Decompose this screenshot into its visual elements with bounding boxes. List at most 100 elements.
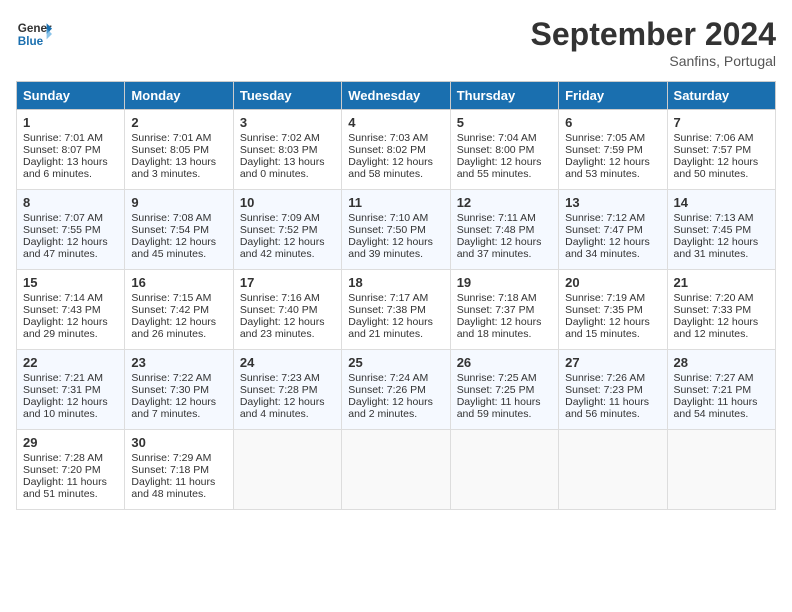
calendar-cell: 28Sunrise: 7:27 AMSunset: 7:21 PMDayligh… xyxy=(667,350,775,430)
day-info: Sunset: 7:52 PM xyxy=(240,224,335,236)
day-info: Sunrise: 7:24 AM xyxy=(348,372,443,384)
calendar-cell: 25Sunrise: 7:24 AMSunset: 7:26 PMDayligh… xyxy=(342,350,450,430)
svg-text:Blue: Blue xyxy=(18,35,44,48)
day-number: 19 xyxy=(457,275,552,290)
day-number: 15 xyxy=(23,275,118,290)
day-info: Sunset: 7:18 PM xyxy=(131,464,226,476)
calendar-cell: 11Sunrise: 7:10 AMSunset: 7:50 PMDayligh… xyxy=(342,190,450,270)
calendar-cell: 7Sunrise: 7:06 AMSunset: 7:57 PMDaylight… xyxy=(667,110,775,190)
day-info: Sunrise: 7:18 AM xyxy=(457,292,552,304)
day-number: 27 xyxy=(565,355,660,370)
day-info: Daylight: 12 hours xyxy=(565,316,660,328)
day-info: Daylight: 13 hours xyxy=(23,156,118,168)
calendar-cell xyxy=(342,430,450,510)
calendar-row-3: 15Sunrise: 7:14 AMSunset: 7:43 PMDayligh… xyxy=(17,270,776,350)
day-info: Sunrise: 7:03 AM xyxy=(348,132,443,144)
day-info: and 53 minutes. xyxy=(565,168,660,180)
day-info: and 45 minutes. xyxy=(131,248,226,260)
day-number: 22 xyxy=(23,355,118,370)
day-info: and 2 minutes. xyxy=(348,408,443,420)
day-info: Daylight: 11 hours xyxy=(565,396,660,408)
day-header-thursday: Thursday xyxy=(450,82,558,110)
day-info: Sunrise: 7:09 AM xyxy=(240,212,335,224)
day-info: Sunset: 7:38 PM xyxy=(348,304,443,316)
day-info: Sunrise: 7:26 AM xyxy=(565,372,660,384)
day-info: and 6 minutes. xyxy=(23,168,118,180)
calendar-cell: 26Sunrise: 7:25 AMSunset: 7:25 PMDayligh… xyxy=(450,350,558,430)
location: Sanfins, Portugal xyxy=(531,53,776,69)
day-number: 24 xyxy=(240,355,335,370)
calendar-cell: 15Sunrise: 7:14 AMSunset: 7:43 PMDayligh… xyxy=(17,270,125,350)
day-number: 28 xyxy=(674,355,769,370)
day-header-saturday: Saturday xyxy=(667,82,775,110)
day-info: Sunset: 8:07 PM xyxy=(23,144,118,156)
day-info: Sunset: 7:30 PM xyxy=(131,384,226,396)
day-info: Sunrise: 7:12 AM xyxy=(565,212,660,224)
day-info: Daylight: 11 hours xyxy=(674,396,769,408)
day-number: 17 xyxy=(240,275,335,290)
calendar-cell: 12Sunrise: 7:11 AMSunset: 7:48 PMDayligh… xyxy=(450,190,558,270)
calendar-cell: 5Sunrise: 7:04 AMSunset: 8:00 PMDaylight… xyxy=(450,110,558,190)
day-info: Sunset: 7:55 PM xyxy=(23,224,118,236)
day-info: Daylight: 12 hours xyxy=(23,316,118,328)
day-info: Daylight: 12 hours xyxy=(457,316,552,328)
day-info: Sunset: 7:40 PM xyxy=(240,304,335,316)
day-info: Daylight: 12 hours xyxy=(23,396,118,408)
day-info: and 39 minutes. xyxy=(348,248,443,260)
day-info: Sunset: 7:23 PM xyxy=(565,384,660,396)
day-info: and 23 minutes. xyxy=(240,328,335,340)
day-info: and 50 minutes. xyxy=(674,168,769,180)
day-info: Daylight: 12 hours xyxy=(240,236,335,248)
day-info: and 56 minutes. xyxy=(565,408,660,420)
calendar-cell: 6Sunrise: 7:05 AMSunset: 7:59 PMDaylight… xyxy=(559,110,667,190)
day-info: Daylight: 12 hours xyxy=(674,316,769,328)
day-number: 14 xyxy=(674,195,769,210)
day-info: Daylight: 11 hours xyxy=(457,396,552,408)
calendar-cell: 16Sunrise: 7:15 AMSunset: 7:42 PMDayligh… xyxy=(125,270,233,350)
day-info: and 34 minutes. xyxy=(565,248,660,260)
day-info: Sunrise: 7:02 AM xyxy=(240,132,335,144)
day-info: Daylight: 12 hours xyxy=(565,156,660,168)
day-info: Daylight: 11 hours xyxy=(131,476,226,488)
calendar-header-row: SundayMondayTuesdayWednesdayThursdayFrid… xyxy=(17,82,776,110)
day-info: Daylight: 12 hours xyxy=(131,316,226,328)
day-number: 7 xyxy=(674,115,769,130)
calendar-row-1: 1Sunrise: 7:01 AMSunset: 8:07 PMDaylight… xyxy=(17,110,776,190)
day-number: 4 xyxy=(348,115,443,130)
calendar-cell: 9Sunrise: 7:08 AMSunset: 7:54 PMDaylight… xyxy=(125,190,233,270)
day-info: Sunrise: 7:22 AM xyxy=(131,372,226,384)
day-info: and 26 minutes. xyxy=(131,328,226,340)
day-info: Sunrise: 7:14 AM xyxy=(23,292,118,304)
calendar-cell: 24Sunrise: 7:23 AMSunset: 7:28 PMDayligh… xyxy=(233,350,341,430)
day-info: and 12 minutes. xyxy=(674,328,769,340)
day-info: Daylight: 12 hours xyxy=(348,316,443,328)
calendar-cell: 21Sunrise: 7:20 AMSunset: 7:33 PMDayligh… xyxy=(667,270,775,350)
day-number: 10 xyxy=(240,195,335,210)
day-number: 30 xyxy=(131,435,226,450)
day-info: Sunrise: 7:21 AM xyxy=(23,372,118,384)
day-info: Daylight: 11 hours xyxy=(23,476,118,488)
day-number: 8 xyxy=(23,195,118,210)
day-info: Sunset: 8:05 PM xyxy=(131,144,226,156)
day-info: and 42 minutes. xyxy=(240,248,335,260)
day-info: Sunset: 7:48 PM xyxy=(457,224,552,236)
calendar-cell: 19Sunrise: 7:18 AMSunset: 7:37 PMDayligh… xyxy=(450,270,558,350)
day-info: and 58 minutes. xyxy=(348,168,443,180)
day-info: Daylight: 12 hours xyxy=(457,156,552,168)
day-header-tuesday: Tuesday xyxy=(233,82,341,110)
day-header-wednesday: Wednesday xyxy=(342,82,450,110)
day-number: 3 xyxy=(240,115,335,130)
day-info: Sunrise: 7:23 AM xyxy=(240,372,335,384)
day-number: 2 xyxy=(131,115,226,130)
day-info: Sunrise: 7:01 AM xyxy=(131,132,226,144)
day-info: and 7 minutes. xyxy=(131,408,226,420)
day-header-monday: Monday xyxy=(125,82,233,110)
page-header: General Blue September 2024 Sanfins, Por… xyxy=(16,16,776,69)
day-info: and 55 minutes. xyxy=(457,168,552,180)
day-info: Daylight: 12 hours xyxy=(240,396,335,408)
day-info: Sunrise: 7:07 AM xyxy=(23,212,118,224)
calendar-row-5: 29Sunrise: 7:28 AMSunset: 7:20 PMDayligh… xyxy=(17,430,776,510)
calendar-cell: 22Sunrise: 7:21 AMSunset: 7:31 PMDayligh… xyxy=(17,350,125,430)
calendar-cell: 4Sunrise: 7:03 AMSunset: 8:02 PMDaylight… xyxy=(342,110,450,190)
day-info: Sunset: 7:57 PM xyxy=(674,144,769,156)
